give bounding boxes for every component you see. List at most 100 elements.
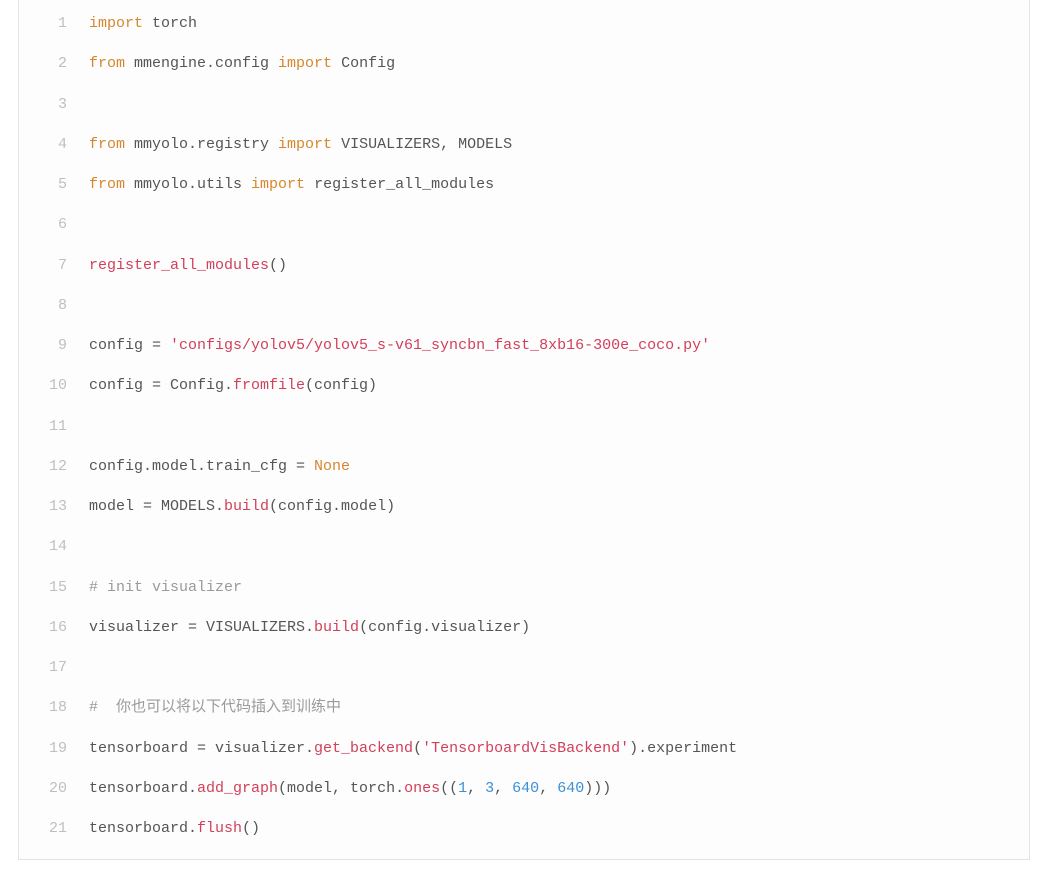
line-number: 6 (19, 215, 89, 235)
code-token: (model, torch. (278, 780, 404, 797)
line-number: 4 (19, 135, 89, 155)
code-token: , (467, 780, 485, 797)
line-number: 19 (19, 739, 89, 759)
code-token: Config (332, 55, 395, 72)
code-token: add_graph (197, 780, 278, 797)
code-line: 9config = 'configs/yolov5/yolov5_s-v61_s… (19, 326, 1029, 366)
code-content: register_all_modules() (89, 256, 1029, 276)
code-token: mmyolo.registry (125, 136, 278, 153)
line-number: 2 (19, 54, 89, 74)
code-token: import (251, 176, 305, 193)
code-token: # 你也可以将以下代码插入到训练中 (89, 699, 341, 716)
code-token: None (314, 458, 350, 475)
code-line: 12config.model.train_cfg = None (19, 447, 1029, 487)
code-token: fromfile (233, 377, 305, 394)
code-token: register_all_modules (89, 257, 269, 274)
line-number: 21 (19, 819, 89, 839)
code-line: 19tensorboard = visualizer.get_backend('… (19, 729, 1029, 769)
line-number: 10 (19, 376, 89, 396)
code-content: config.model.train_cfg = None (89, 457, 1029, 477)
code-token: mmengine.config (125, 55, 278, 72)
code-content: model = MODELS.build(config.model) (89, 497, 1029, 517)
code-token: config = (89, 337, 170, 354)
code-line: 14 (19, 527, 1029, 567)
code-token: ))) (584, 780, 611, 797)
code-token: ones (404, 780, 440, 797)
line-number: 7 (19, 256, 89, 276)
code-block: 1import torch2from mmengine.config impor… (18, 0, 1030, 860)
code-line: 13model = MODELS.build(config.model) (19, 487, 1029, 527)
code-line: 18# 你也可以将以下代码插入到训练中 (19, 688, 1029, 728)
code-token: # init visualizer (89, 579, 242, 596)
line-number: 12 (19, 457, 89, 477)
line-number: 16 (19, 618, 89, 638)
code-token: from (89, 176, 125, 193)
code-token: register_all_modules (305, 176, 494, 193)
line-number: 11 (19, 417, 89, 437)
line-number: 15 (19, 578, 89, 598)
code-content: tensorboard.add_graph(model, torch.ones(… (89, 779, 1029, 799)
code-line: 10config = Config.fromfile(config) (19, 366, 1029, 406)
code-content: from mmengine.config import Config (89, 54, 1029, 74)
line-number: 1 (19, 14, 89, 34)
code-token: 'TensorboardVisBackend' (422, 740, 629, 757)
code-token: config.model.train_cfg = (89, 458, 314, 475)
code-line: 17 (19, 648, 1029, 688)
code-content: from mmyolo.utils import register_all_mo… (89, 175, 1029, 195)
code-line: 16visualizer = VISUALIZERS.build(config.… (19, 608, 1029, 648)
code-token: model = MODELS. (89, 498, 224, 515)
code-token: 'configs/yolov5/yolov5_s-v61_syncbn_fast… (170, 337, 710, 354)
code-token: , (494, 780, 512, 797)
code-token: flush (197, 820, 242, 837)
line-number: 14 (19, 537, 89, 557)
code-line: 1import torch (19, 4, 1029, 44)
code-line: 6 (19, 205, 1029, 245)
code-token: from (89, 55, 125, 72)
code-content: from mmyolo.registry import VISUALIZERS,… (89, 135, 1029, 155)
code-token: from (89, 136, 125, 153)
code-content: visualizer = VISUALIZERS.build(config.vi… (89, 618, 1029, 638)
code-line: 8 (19, 286, 1029, 326)
code-line: 21tensorboard.flush() (19, 809, 1029, 849)
code-content (89, 95, 1029, 115)
line-number: 17 (19, 658, 89, 678)
code-token: build (224, 498, 269, 515)
code-token: tensorboard. (89, 780, 197, 797)
code-content: config = Config.fromfile(config) (89, 376, 1029, 396)
line-number: 5 (19, 175, 89, 195)
code-token: (config.visualizer) (359, 619, 530, 636)
code-token: mmyolo.utils (125, 176, 251, 193)
code-token: 1 (458, 780, 467, 797)
code-line: 2from mmengine.config import Config (19, 44, 1029, 84)
code-token: 3 (485, 780, 494, 797)
code-line: 11 (19, 407, 1029, 447)
code-token: tensorboard = visualizer. (89, 740, 314, 757)
code-content: tensorboard = visualizer.get_backend('Te… (89, 739, 1029, 759)
code-token: tensorboard. (89, 820, 197, 837)
code-content: import torch (89, 14, 1029, 34)
code-token: import (278, 55, 332, 72)
code-content: # init visualizer (89, 578, 1029, 598)
code-content (89, 215, 1029, 235)
code-line: 7register_all_modules() (19, 246, 1029, 286)
code-content: # 你也可以将以下代码插入到训练中 (89, 698, 1029, 718)
code-token: visualizer = VISUALIZERS. (89, 619, 314, 636)
code-token: build (314, 619, 359, 636)
line-number: 13 (19, 497, 89, 517)
code-line: 4from mmyolo.registry import VISUALIZERS… (19, 125, 1029, 165)
code-token: (( (440, 780, 458, 797)
code-line: 5from mmyolo.utils import register_all_m… (19, 165, 1029, 205)
code-token: 640 (512, 780, 539, 797)
code-token: config = Config. (89, 377, 233, 394)
code-line: 20tensorboard.add_graph(model, torch.one… (19, 769, 1029, 809)
code-token: , (539, 780, 557, 797)
code-token: () (269, 257, 287, 274)
line-number: 18 (19, 698, 89, 718)
code-token: (config) (305, 377, 377, 394)
line-number: 3 (19, 95, 89, 115)
code-line: 15# init visualizer (19, 568, 1029, 608)
code-content: tensorboard.flush() (89, 819, 1029, 839)
code-token: get_backend (314, 740, 413, 757)
code-token: import (89, 15, 143, 32)
code-token: ( (413, 740, 422, 757)
